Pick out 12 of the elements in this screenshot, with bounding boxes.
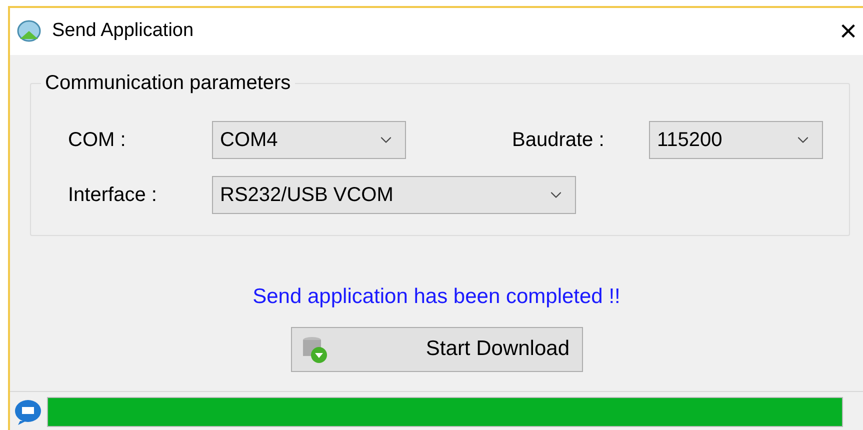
- dropdown[interactable]: RS232/USB VCOM: [212, 176, 576, 214]
- dropdown[interactable]: COM4: [212, 121, 406, 159]
- start-download-button[interactable]: Start Download: [290, 326, 582, 372]
- field-label: COM :: [68, 128, 127, 153]
- window-title: Send Application: [52, 19, 194, 44]
- field-label: Interface :: [68, 183, 158, 208]
- status-message: Send application has been completed !!: [252, 284, 620, 310]
- chat-bubble-icon: [14, 398, 42, 424]
- app-icon: [16, 18, 42, 44]
- field-label: Baudrate :: [512, 128, 606, 153]
- dropdown[interactable]: 115200: [649, 121, 823, 159]
- close-button[interactable]: ×: [837, 16, 859, 46]
